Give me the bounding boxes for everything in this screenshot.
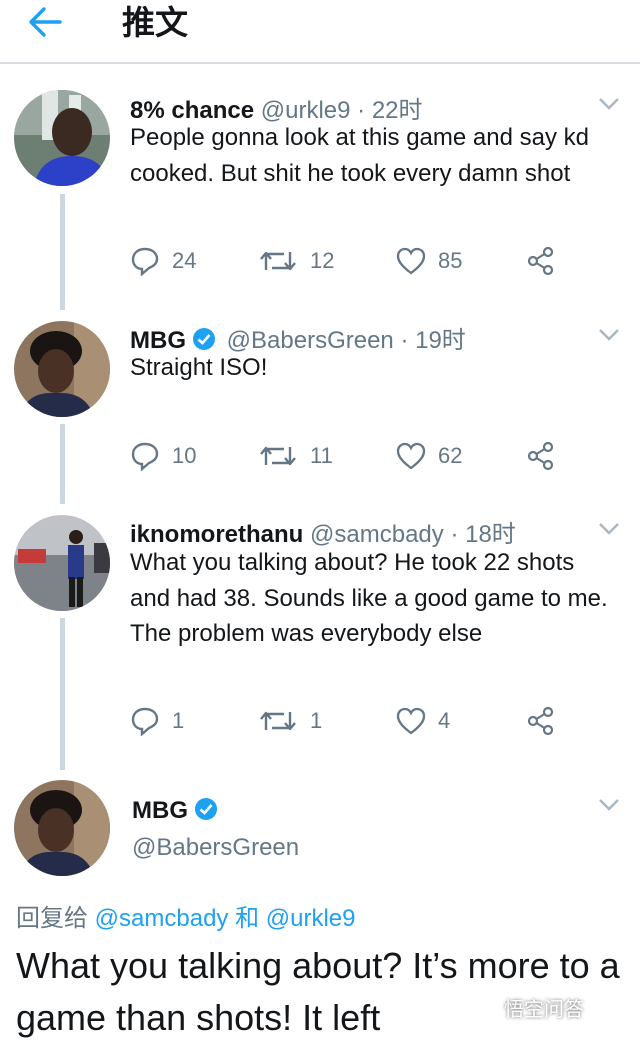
reply-count: 1 xyxy=(172,708,185,733)
share-button[interactable] xyxy=(526,704,568,738)
like-button[interactable]: 4 xyxy=(396,704,450,738)
share-icon xyxy=(527,246,554,276)
thread-line xyxy=(60,618,65,770)
watermark-text: 悟空问答 xyxy=(504,998,584,1021)
reply-mention-samcbady[interactable]: @samcbady xyxy=(95,905,229,932)
display-name[interactable]: MBG xyxy=(132,797,188,824)
avatar[interactable] xyxy=(14,515,110,611)
retweet-button[interactable]: 12 xyxy=(258,244,334,278)
reply-mention-urkle9[interactable]: @urkle9 xyxy=(266,905,356,932)
top-bar: 推文 xyxy=(0,0,640,64)
reply-count: 24 xyxy=(172,248,197,273)
tweet-text: People gonna look at this game and say k… xyxy=(130,124,589,187)
share-icon xyxy=(527,706,554,736)
page-title: 推文 xyxy=(122,4,188,41)
wukong-logo-icon xyxy=(470,993,498,1021)
tweet-actions: 24 12 85 xyxy=(130,244,610,278)
tweet-actions: 10 11 62 xyxy=(130,439,610,473)
retweet-count: 1 xyxy=(310,708,323,733)
tweet-text: What you talking about? He took 22 shots… xyxy=(130,549,608,647)
like-count: 85 xyxy=(438,248,463,273)
chevron-down-icon[interactable] xyxy=(598,97,620,111)
like-button[interactable]: 85 xyxy=(396,244,462,278)
chevron-down-icon[interactable] xyxy=(598,522,620,536)
chevron-down-icon[interactable] xyxy=(598,798,620,812)
retweet-button[interactable]: 11 xyxy=(258,439,333,473)
reply-count: 10 xyxy=(172,443,197,468)
avatar[interactable] xyxy=(14,90,110,186)
reply-icon xyxy=(131,247,159,276)
heart-icon xyxy=(396,707,426,735)
tweet-actions: 1 1 4 xyxy=(130,704,610,738)
retweet-count: 12 xyxy=(310,248,335,273)
replying-to: 回复给 @samcbady 和 @urkle9 xyxy=(16,898,356,933)
thread-line xyxy=(60,424,65,504)
reply-button[interactable]: 24 xyxy=(130,244,196,278)
heart-icon xyxy=(396,442,426,470)
replying-prefix: 回复给 xyxy=(16,905,88,932)
retweet-icon xyxy=(260,446,296,466)
like-count: 62 xyxy=(438,443,463,468)
like-count: 4 xyxy=(438,708,451,733)
verified-badge-icon xyxy=(193,328,215,350)
retweet-count: 11 xyxy=(310,443,333,468)
reply-and: 和 xyxy=(235,905,260,932)
share-icon xyxy=(527,441,554,471)
back-arrow-icon[interactable] xyxy=(26,2,66,42)
retweet-button[interactable]: 1 xyxy=(258,704,322,738)
user-handle[interactable]: @samcbady xyxy=(310,521,444,548)
reply-icon xyxy=(131,442,159,471)
verified-badge-icon xyxy=(195,798,217,820)
retweet-icon xyxy=(260,711,296,731)
user-handle[interactable]: @BabersGreen xyxy=(132,834,299,861)
reply-button[interactable]: 1 xyxy=(130,704,184,738)
thread-line xyxy=(60,194,65,310)
timestamp[interactable]: · 18时 xyxy=(450,521,515,548)
display-name[interactable]: iknomorethanu xyxy=(130,521,303,548)
share-button[interactable] xyxy=(526,439,568,473)
like-button[interactable]: 62 xyxy=(396,439,462,473)
avatar[interactable] xyxy=(14,321,110,417)
tweet-text: Straight ISO! xyxy=(130,354,268,381)
chevron-down-icon[interactable] xyxy=(598,328,620,342)
watermark: 悟空问答 xyxy=(470,990,635,1024)
reply-button[interactable]: 10 xyxy=(130,439,196,473)
retweet-icon xyxy=(260,251,296,271)
share-button[interactable] xyxy=(526,244,568,278)
avatar[interactable] xyxy=(14,780,110,876)
heart-icon xyxy=(396,247,426,275)
reply-icon xyxy=(131,707,159,736)
